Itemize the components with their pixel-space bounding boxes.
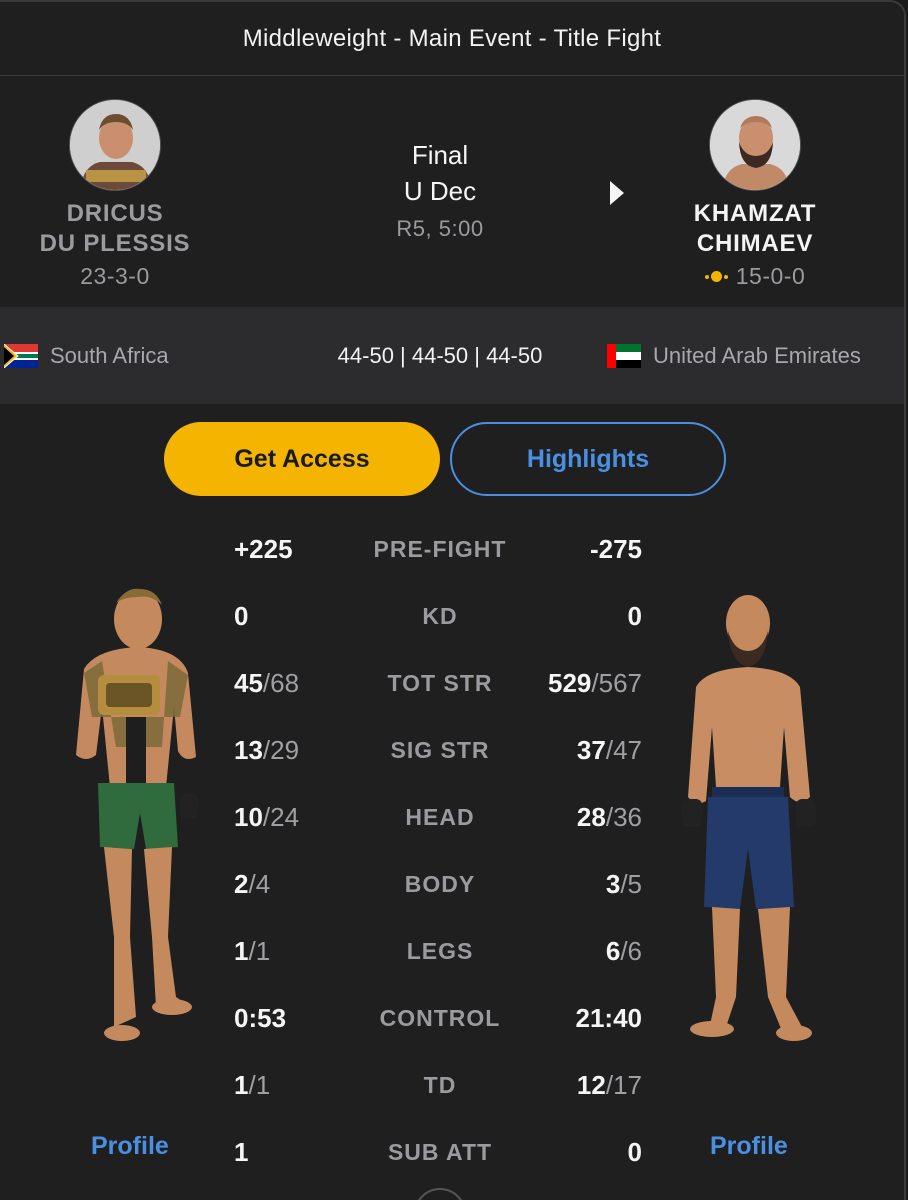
stat-right-value: 529/567 [548,668,642,698]
fighter-left-country-name: South Africa [50,343,169,368]
stat-left-value: 10/24 [234,802,300,832]
fighter-right-first-name: KHAMZAT [693,200,817,227]
expand-toggle-button[interactable] [414,1188,466,1200]
stat-label: LEGS [406,938,474,964]
fighter-right[interactable]: KHAMZAT CHIMAEV 15-0-0 [640,99,870,290]
stat-right-value: -275 [589,534,642,564]
fighter-left-first-name: DRICUS [66,200,164,227]
fight-title-bar: Middleweight - Main Event - Title Fight [0,2,904,76]
stat-row: 1/1 TD 12/17 [0,1052,904,1119]
stat-label: CONTROL [379,1005,501,1031]
stat-label: TOT STR [387,670,493,696]
judges-scores: 44-50 | 44-50 | 44-50 [337,343,543,368]
stat-label: KD [422,603,458,629]
stat-left-value: 2/4 [234,869,271,899]
stat-label: SUB ATT [387,1139,493,1165]
fighter-left-profile-link[interactable]: Profile [91,1132,169,1161]
stat-right-value: 3/5 [605,869,642,899]
stat-right-value: 37/47 [576,735,642,765]
champion-sun-icon [704,271,728,282]
stat-label: HEAD [405,804,475,830]
stat-row: 0:53 CONTROL 21:40 [0,985,904,1052]
country-and-scores-bar: South Africa 44-50 | 44-50 | 44-50 Unite… [0,307,904,404]
stat-row: 45/68 TOT STR 529/567 [0,650,904,717]
stat-right-value: 12/17 [576,1070,642,1100]
stat-right-value: 6/6 [605,936,642,966]
result-method: U Dec [403,176,477,206]
stat-left-value: 1 [234,1137,249,1167]
stat-row: 0 KD 0 [0,583,904,650]
stat-label: TD [423,1072,457,1098]
stat-right-value: 28/36 [576,802,642,832]
stat-left-value: 0:53 [234,1003,287,1033]
stat-right-value: 21:40 [575,1003,643,1033]
stat-row: 13/29 SIG STR 37/47 [0,717,904,784]
result-status: Final [411,140,469,170]
fighter-left-record-text: 23-3-0 [80,263,150,289]
stat-row: 1/1 LEGS 6/6 [0,918,904,985]
fight-result: Final U Dec R5, 5:00 [330,137,550,249]
fighter-right-country: United Arab Emirates [607,343,861,369]
stat-row: 2/4 BODY 3/5 [0,851,904,918]
stat-left-value: 1/1 [234,1070,271,1100]
fighter-right-record-text: 15-0-0 [735,263,806,289]
highlights-button[interactable]: Highlights [450,422,726,496]
stat-label: BODY [404,871,476,897]
fight-title: Middleweight - Main Event - Title Fight [242,24,662,52]
action-buttons: Get Access Highlights [0,422,904,498]
stat-left-value: 13/29 [234,735,300,765]
fight-header: DRICUS DU PLESSIS 23-3-0 Final U Dec R5,… [0,77,904,307]
fighter-left-avatar[interactable] [69,99,161,191]
stat-right-value: 0 [627,1137,642,1167]
stat-label: PRE-FIGHT [373,536,507,562]
fighter-right-record: 15-0-0 [640,263,870,290]
get-access-button[interactable]: Get Access [164,422,440,496]
fighter-right-country-name: United Arab Emirates [653,343,861,368]
fighter-right-profile-link[interactable]: Profile [710,1132,788,1161]
winner-arrow-icon [610,181,624,205]
stat-row: 10/24 HEAD 28/36 [0,784,904,851]
uae-flag-icon [607,344,641,368]
stat-right-value: 0 [627,601,642,631]
stat-row: +225 PRE-FIGHT -275 [0,516,904,583]
stat-left-value: +225 [234,534,293,564]
stat-left-value: 45/68 [234,668,300,698]
stat-left-value: 0 [234,601,249,631]
stat-label: SIG STR [390,737,490,763]
fighter-right-avatar[interactable] [709,99,801,191]
result-round-time: R5, 5:00 [396,216,484,241]
fighter-left-country: South Africa [4,343,169,369]
fighter-left-record: 23-3-0 [0,263,230,290]
fighter-left[interactable]: DRICUS DU PLESSIS 23-3-0 [0,99,230,290]
stat-left-value: 1/1 [234,936,271,966]
south-africa-flag-icon [4,344,38,368]
fight-card: Middleweight - Main Event - Title Fight … [0,0,906,1200]
fighter-right-last-name: CHIMAEV [696,230,814,257]
fighter-left-last-name: DU PLESSIS [39,230,191,257]
